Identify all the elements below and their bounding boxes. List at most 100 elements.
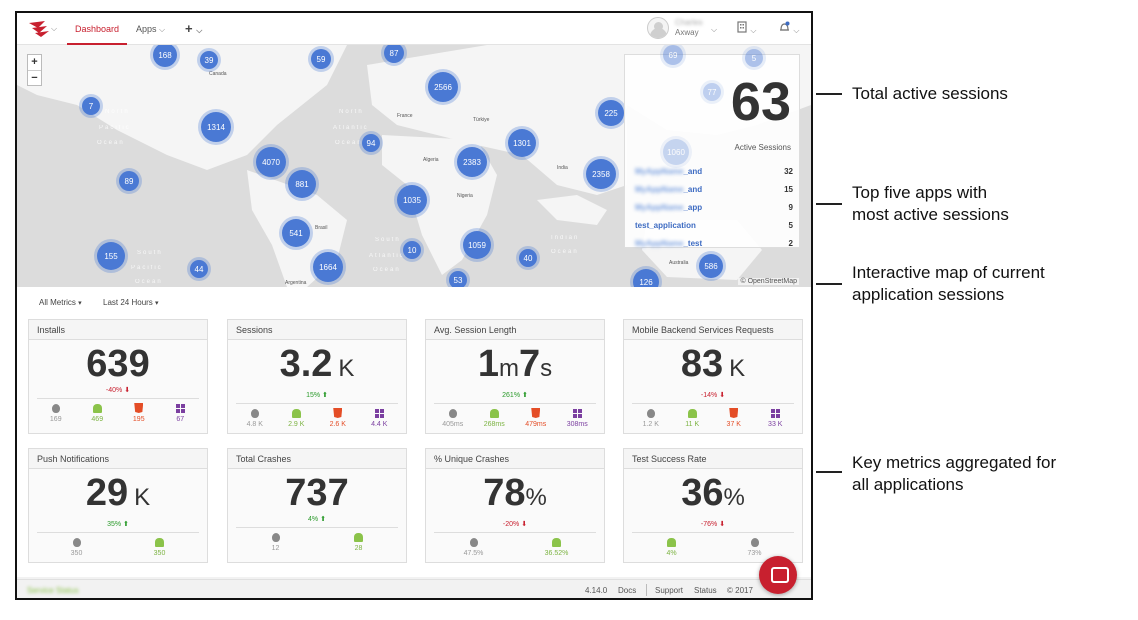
map-label: Ocean — [373, 267, 401, 273]
city-label: France — [397, 113, 413, 119]
map-cluster[interactable]: 586 — [699, 254, 723, 278]
platform-stat: 268ms — [475, 407, 513, 428]
map-label: Pacific — [99, 125, 131, 131]
list-item[interactable]: MyAppName_and 32 — [635, 167, 793, 181]
platform-value: 37 K — [726, 421, 741, 428]
platform-value: 2.9 K — [288, 421, 305, 428]
list-item[interactable]: MyAppName_and 15 — [635, 185, 793, 199]
app-session-count: 2 — [788, 239, 793, 248]
map-cluster[interactable]: 4070 — [256, 147, 286, 177]
metric-card[interactable]: Avg. Session Length 1m7s 261% ⬆ 405ms 268ms 4… — [425, 319, 605, 434]
caret-down-icon: ▾ — [78, 300, 82, 307]
metrics-filter-dropdown[interactable]: All Metrics ▾ — [39, 298, 82, 307]
city-label: Canada — [209, 71, 227, 77]
map-cluster[interactable]: 1664 — [313, 252, 343, 282]
map-cluster[interactable]: 1301 — [508, 129, 536, 157]
map-cluster[interactable]: 881 — [288, 170, 316, 198]
map-cluster[interactable]: 10 — [403, 241, 421, 259]
footer: Service Status 4.14.0 Docs Support Statu… — [17, 579, 811, 598]
platform-value: 469 — [91, 416, 104, 423]
platform-value: 350 — [70, 550, 83, 557]
map-label: South — [375, 237, 401, 243]
support-link[interactable]: Support — [655, 586, 683, 595]
map-cluster[interactable]: 77 — [703, 83, 721, 101]
platform-stat: 469 — [78, 402, 116, 423]
metric-card-title: Total Crashes — [228, 449, 406, 469]
annotation-text: application sessions — [852, 285, 1005, 304]
metric-card[interactable]: Test Success Rate 36% -76% ⬇ 4% 73% — [623, 448, 803, 563]
tab-dashboard[interactable]: Dashboard — [67, 13, 128, 45]
map-cluster[interactable]: 69 — [663, 45, 683, 65]
apple-icon — [250, 408, 259, 418]
app-link[interactable]: MyAppName_app — [635, 203, 702, 212]
metric-card[interactable]: Sessions 3.2 K 15% ⬆ 4.8 K 2.9 K 2.6 K 4.4 K — [227, 319, 407, 434]
map-cluster[interactable]: 1035 — [397, 185, 427, 215]
map-cluster[interactable]: 53 — [449, 271, 467, 287]
platform-value: 4.8 K — [246, 421, 263, 428]
map-cluster[interactable]: 59 — [311, 49, 331, 69]
map-cluster[interactable]: 5 — [745, 49, 763, 67]
map-cluster[interactable]: 1059 — [463, 231, 491, 259]
app-link[interactable]: MyAppName_test — [635, 239, 702, 248]
org-menu-button[interactable]: ⌵ — [737, 21, 756, 36]
building-icon — [737, 21, 747, 33]
metric-card[interactable]: Installs 639 -40% ⬇ 169 469 195 67 — [28, 319, 208, 434]
user-menu[interactable]: Charles Axway ⌵ — [647, 17, 723, 41]
metric-card[interactable]: Total Crashes 737 4% ⬆ 12 28 — [227, 448, 407, 563]
map-cluster[interactable]: 7 — [82, 97, 100, 115]
zoom-in-button[interactable]: + — [28, 55, 41, 70]
map-zoom-control: + − — [27, 54, 42, 86]
map-cluster[interactable]: 94 — [362, 134, 380, 152]
app-link[interactable]: test_application — [635, 221, 696, 230]
metric-value: 29 K — [85, 472, 151, 514]
app-link[interactable]: MyAppName_and — [635, 185, 702, 194]
dashboard-window: ⌵ Dashboard Apps ⌵ + ⌵ Charles Axway ⌵ ⌵… — [15, 11, 813, 600]
status-link[interactable]: Status — [694, 586, 717, 595]
map-cluster[interactable]: 2566 — [428, 72, 458, 102]
platform-stat: 4.4 K — [360, 407, 398, 428]
list-item[interactable]: MyAppName_test 2 — [635, 239, 793, 253]
period-filter-dropdown[interactable]: Last 24 Hours ▾ — [103, 298, 159, 307]
map-cluster[interactable]: 1060 — [663, 139, 689, 165]
metric-card-title: Installs — [29, 320, 207, 340]
tab-apps[interactable]: Apps ⌵ — [136, 13, 165, 45]
map-cluster[interactable]: 39 — [200, 51, 218, 69]
map-cluster[interactable]: 225 — [598, 100, 624, 126]
map-cluster[interactable]: 541 — [282, 219, 310, 247]
platform-breakdown: 405ms 268ms 479ms 308ms — [426, 404, 604, 428]
session-map[interactable]: North Pacific Ocean North Atlantic Ocean… — [17, 45, 811, 287]
metric-card[interactable]: Push Notifications 29 K 35% ⬆ 350 350 — [28, 448, 208, 563]
docs-link[interactable]: Docs — [618, 586, 636, 595]
platform-value: 4% — [666, 550, 677, 557]
map-cluster[interactable]: 2358 — [586, 159, 616, 189]
add-menu-button[interactable]: + ⌵ — [185, 13, 202, 45]
list-item[interactable]: MyAppName_app 9 — [635, 203, 793, 217]
map-cluster[interactable]: 155 — [97, 242, 125, 270]
map-cluster[interactable]: 44 — [190, 260, 208, 278]
map-cluster[interactable]: 1314 — [201, 112, 231, 142]
platform-stat: 33 K — [756, 407, 794, 428]
zoom-out-button[interactable]: − — [28, 70, 41, 85]
map-cluster[interactable]: 2383 — [457, 147, 487, 177]
platform-stat: 1.2 K — [632, 407, 670, 428]
apple-icon — [271, 532, 280, 542]
city-label: Argentina — [285, 280, 307, 286]
list-item[interactable]: test_application 5 — [635, 221, 793, 235]
app-link[interactable]: MyAppName_and — [635, 167, 702, 176]
platform-value: 4.4 K — [371, 421, 388, 428]
service-status-link[interactable]: Service Status — [27, 586, 79, 595]
map-cluster[interactable]: 89 — [119, 171, 139, 191]
metric-card[interactable]: % Unique Crashes 78% -20% ⬇ 47.5% 36.52% — [425, 448, 605, 563]
android-icon — [489, 408, 499, 418]
map-attribution[interactable]: © OpenStreetMap — [738, 278, 799, 285]
notifications-button[interactable]: ⌵ — [779, 21, 799, 36]
chat-button[interactable] — [759, 556, 797, 594]
map-cluster[interactable]: 40 — [519, 249, 537, 267]
metric-card-title: Avg. Session Length — [426, 320, 604, 340]
metric-card[interactable]: Mobile Backend Services Requests 83 K -14% … — [623, 319, 803, 434]
windows-icon — [175, 403, 185, 413]
annotation-total-sessions: Total active sessions — [852, 84, 1008, 103]
chevron-down-icon[interactable]: ⌵ — [51, 24, 57, 34]
axway-logo-icon[interactable] — [29, 21, 51, 37]
platform-value: 405ms — [442, 421, 464, 428]
